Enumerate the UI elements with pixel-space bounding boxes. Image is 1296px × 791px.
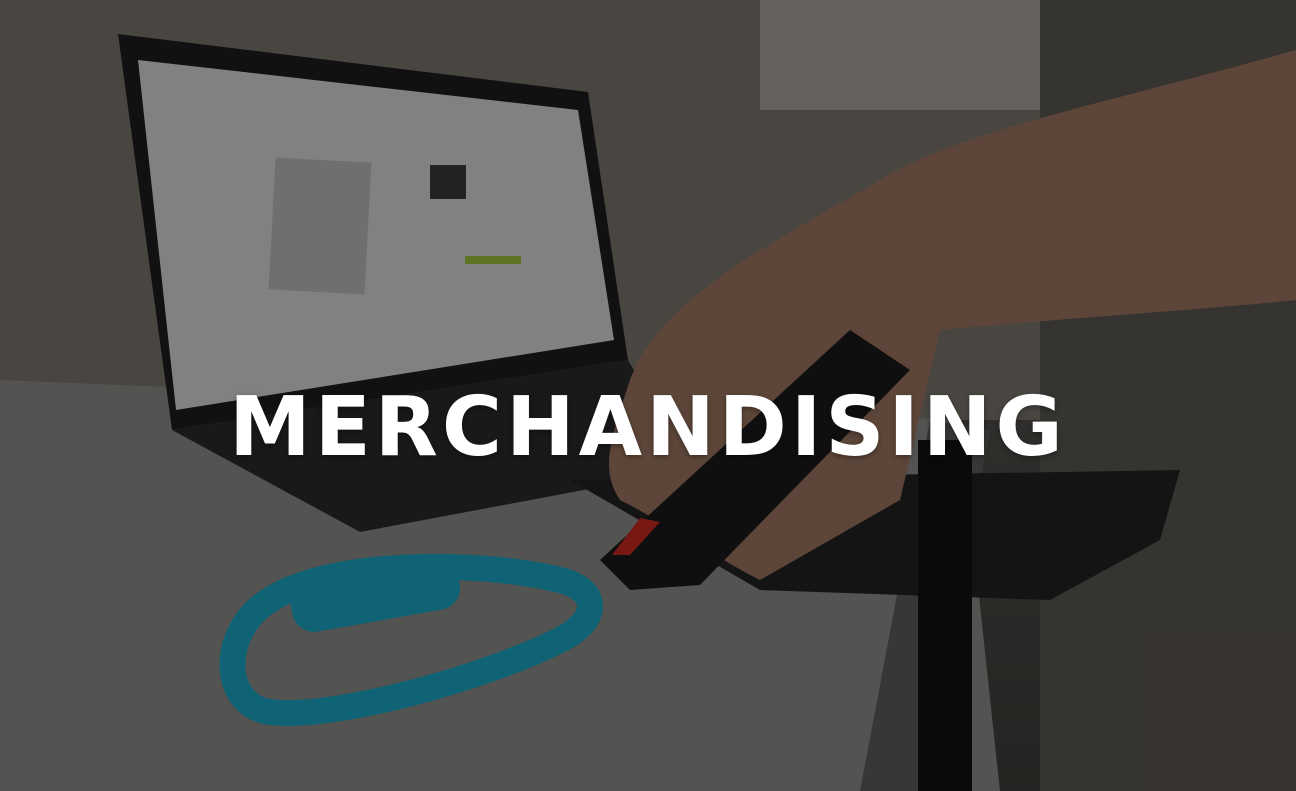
hero-banner[interactable]: MERCHANDISING	[0, 0, 1296, 791]
hero-title: MERCHANDISING	[229, 380, 1067, 475]
